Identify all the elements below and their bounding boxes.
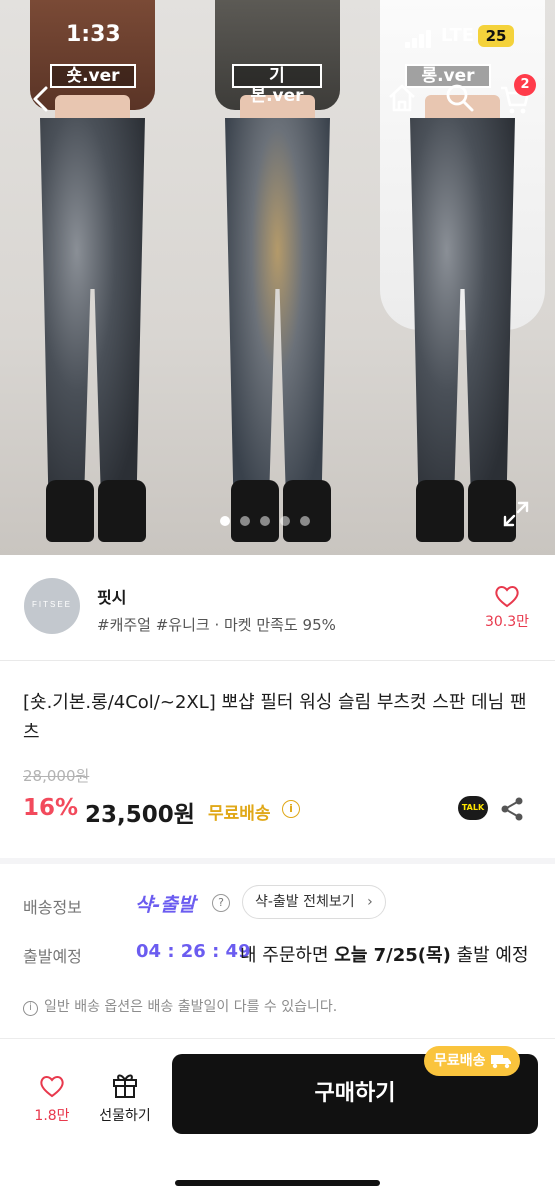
product-image-carousel[interactable]: 숏.ver 기본.ver 롱.ver 1:33 LTE 25 2: [0, 0, 555, 555]
depart-text: 내 주문하면 오늘 7/25(목) 출발 예정: [240, 941, 529, 967]
shop-name[interactable]: 핏시: [97, 584, 126, 608]
depart-label: 출발예정: [23, 947, 82, 966]
home-indicator: [175, 1180, 380, 1186]
delivery-notice-text: 일반 배송 옵션은 배송 출발일이 다를 수 있습니다.: [44, 999, 338, 1015]
kakao-talk-button[interactable]: TALK: [458, 796, 488, 820]
depart-text-suffix: 출발 예정: [456, 945, 529, 966]
share-icon[interactable]: [499, 796, 525, 822]
home-icon[interactable]: [386, 82, 418, 114]
free-shipping-badge: 무료배송: [424, 1046, 520, 1076]
expand-icon[interactable]: [502, 500, 530, 528]
version-tag-regular: 기본.ver: [232, 64, 322, 106]
depart-text-prefix: 내 주문하면: [240, 945, 329, 966]
delivery-info-label: 배송정보: [23, 898, 82, 917]
carousel-dot[interactable]: [300, 516, 310, 526]
status-time: 1:33: [66, 22, 121, 47]
syak-see-all-label: 샥-출발 전체보기: [255, 894, 355, 910]
like-heart-icon[interactable]: [38, 1073, 66, 1099]
like-count: 1.8만: [34, 1108, 70, 1124]
gift-label[interactable]: 선물하기: [88, 1105, 162, 1125]
shop-logo[interactable]: FITSEE: [24, 578, 80, 634]
original-price: 28,000원: [23, 767, 90, 785]
battery-icon: 25: [478, 25, 514, 47]
shop-tags: #캐주얼 #유니크 · 마켓 만족도 95%: [97, 616, 336, 634]
divider: [0, 660, 555, 661]
carousel-dot[interactable]: [220, 516, 230, 526]
discount-rate: 16%: [23, 795, 79, 821]
version-tag-short: 숏.ver: [50, 64, 136, 88]
info-icon[interactable]: i: [282, 800, 300, 818]
search-icon[interactable]: [444, 82, 476, 114]
delivery-notice: i 일반 배송 옵션은 배송 출발일이 다를 수 있습니다.: [23, 996, 337, 1016]
depart-countdown: 04 : 26 : 49: [136, 941, 251, 962]
section-divider: [0, 858, 555, 864]
syak-delivery-brand: 샥-출발: [135, 894, 196, 916]
depart-date: 오늘 7/25(목): [334, 945, 451, 966]
gift-icon[interactable]: [110, 1069, 140, 1099]
product-title: [숏.기본.롱/4Col/~2XL] 뽀샵 필터 워싱 슬림 부츠컷 스판 데님…: [23, 692, 527, 743]
free-shipping-badge-label: 무료배송: [434, 1053, 486, 1069]
back-icon[interactable]: [26, 84, 56, 114]
info-icon: i: [23, 1001, 38, 1016]
chevron-right-icon: ›: [367, 894, 373, 910]
carousel-dot[interactable]: [260, 516, 270, 526]
shop-like-heart-icon[interactable]: [493, 582, 521, 610]
network-label: LTE: [441, 25, 475, 46]
carousel-dot[interactable]: [240, 516, 250, 526]
status-bar: 1:33 LTE 25: [0, 20, 555, 56]
shop-like-count: 30.3만: [484, 614, 530, 630]
cart-count-badge: 2: [514, 74, 536, 96]
shop-logo-text: FITSEE: [31, 600, 72, 609]
truck-icon: [490, 1055, 511, 1069]
sale-price: 23,500원: [85, 802, 195, 828]
free-shipping-label: 무료배송: [208, 804, 271, 824]
carousel-dot[interactable]: [280, 516, 290, 526]
signal-icon: [405, 30, 435, 48]
syak-see-all-button[interactable]: 샥-출발 전체보기 ›: [242, 885, 386, 919]
help-icon[interactable]: ?: [212, 894, 230, 912]
